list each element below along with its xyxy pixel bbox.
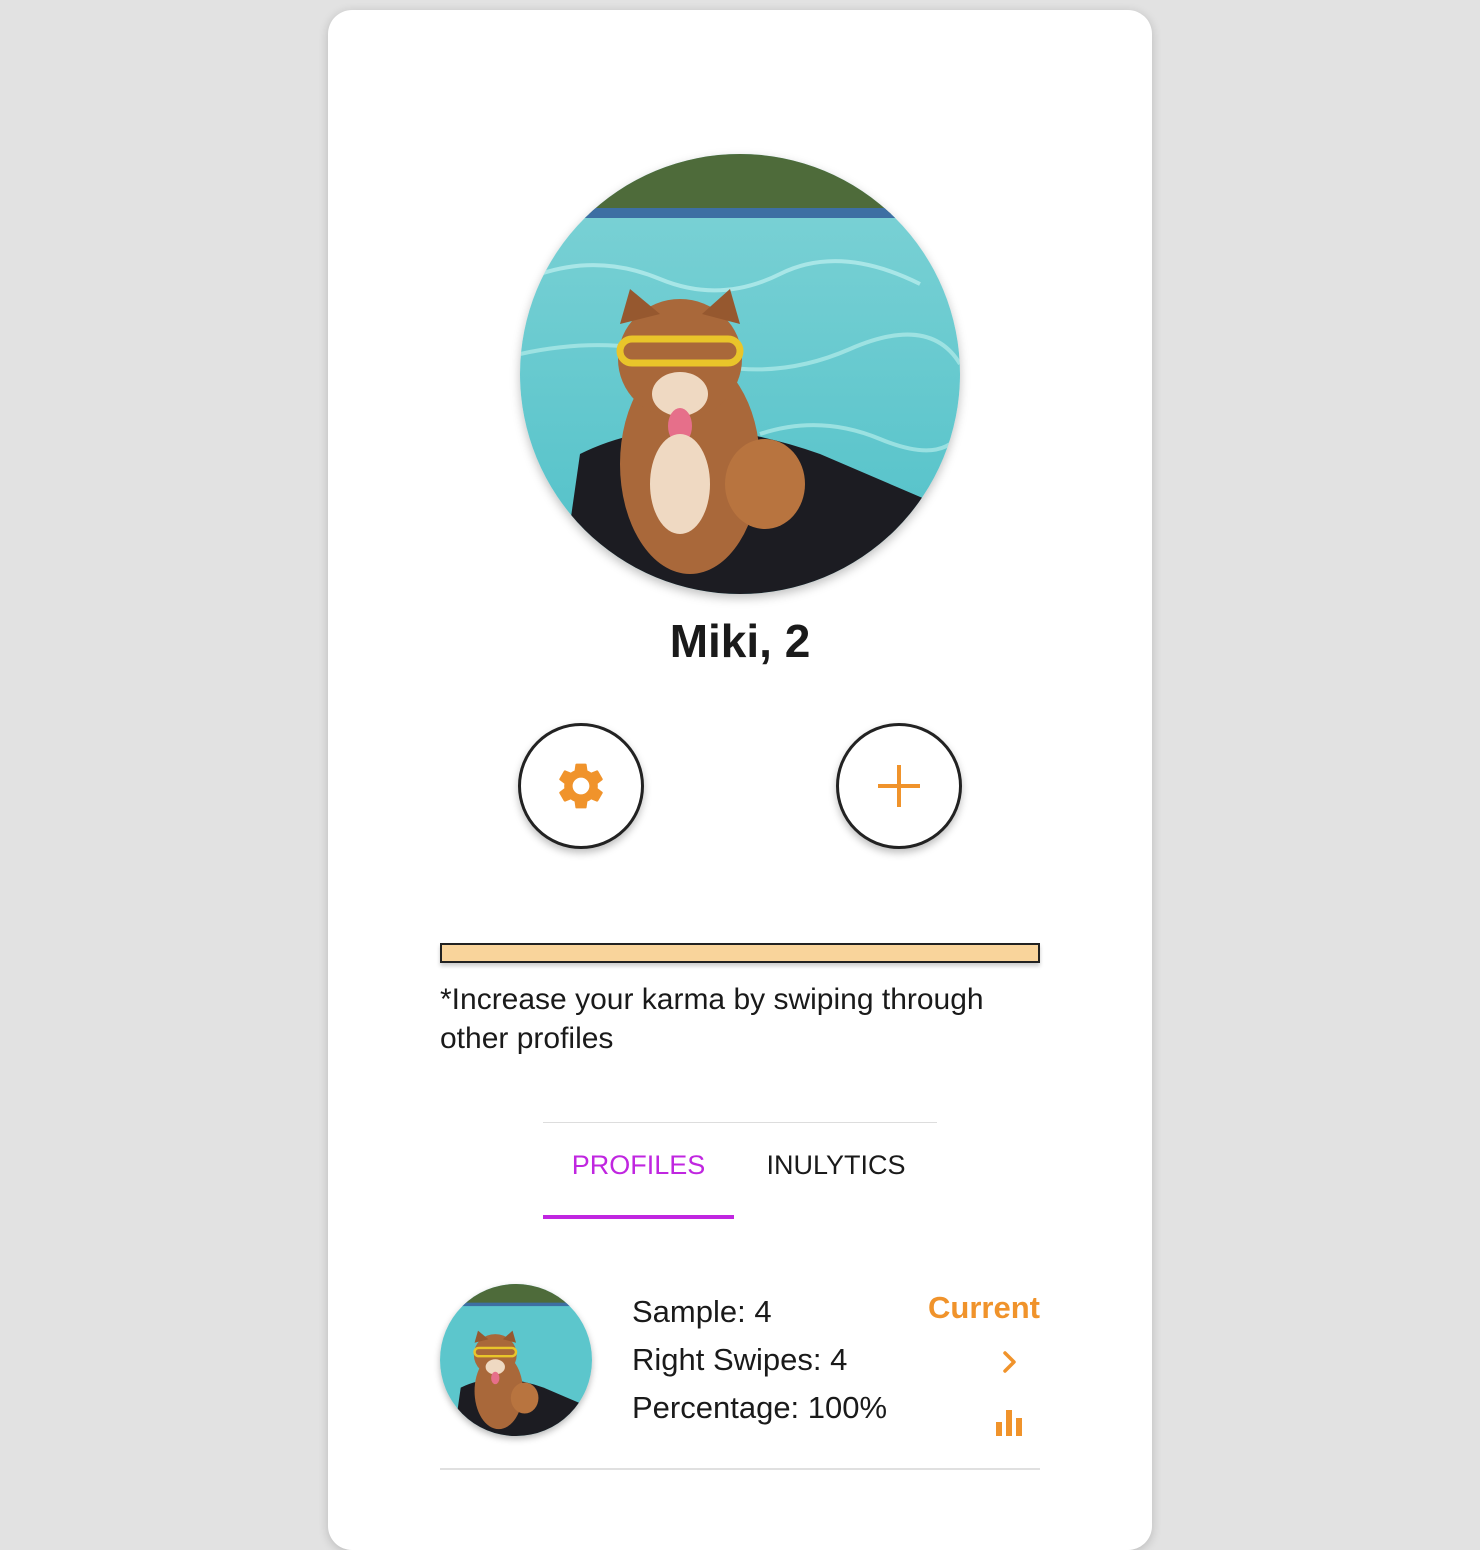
profile-thumbnail-image <box>440 1284 592 1436</box>
plus-icon <box>878 765 920 807</box>
karma-progress-bar <box>440 943 1040 963</box>
tabs-divider <box>543 1122 937 1123</box>
profile-photo-image <box>520 154 960 594</box>
karma-note: *Increase your karma by swiping through … <box>440 983 984 1055</box>
profile-photo <box>520 154 960 594</box>
current-status-label: Current <box>928 1290 1040 1325</box>
karma-progress-fill <box>442 945 1038 961</box>
gear-icon <box>559 763 603 809</box>
row-divider <box>440 1468 1040 1470</box>
bar-chart-icon[interactable] <box>994 1408 1024 1436</box>
stat-sample: Sample: 4 <box>632 1294 772 1329</box>
stat-right-swipes: Right Swipes: 4 <box>632 1342 848 1377</box>
active-tab-indicator <box>543 1215 734 1219</box>
tab-profiles[interactable]: PROFILES <box>543 1150 734 1181</box>
stat-percentage: Percentage: 100% <box>632 1390 888 1425</box>
tab-inulytics[interactable]: INULYTICS <box>738 1150 934 1181</box>
profile-thumbnail[interactable] <box>440 1284 592 1436</box>
chevron-right-icon[interactable] <box>996 1348 1024 1376</box>
profile-name: Miki, 2 <box>669 615 811 667</box>
settings-button[interactable] <box>518 723 644 849</box>
profile-card: Miki, 2 *Increase your karma by swiping … <box>328 10 1152 1550</box>
add-button[interactable] <box>836 723 962 849</box>
